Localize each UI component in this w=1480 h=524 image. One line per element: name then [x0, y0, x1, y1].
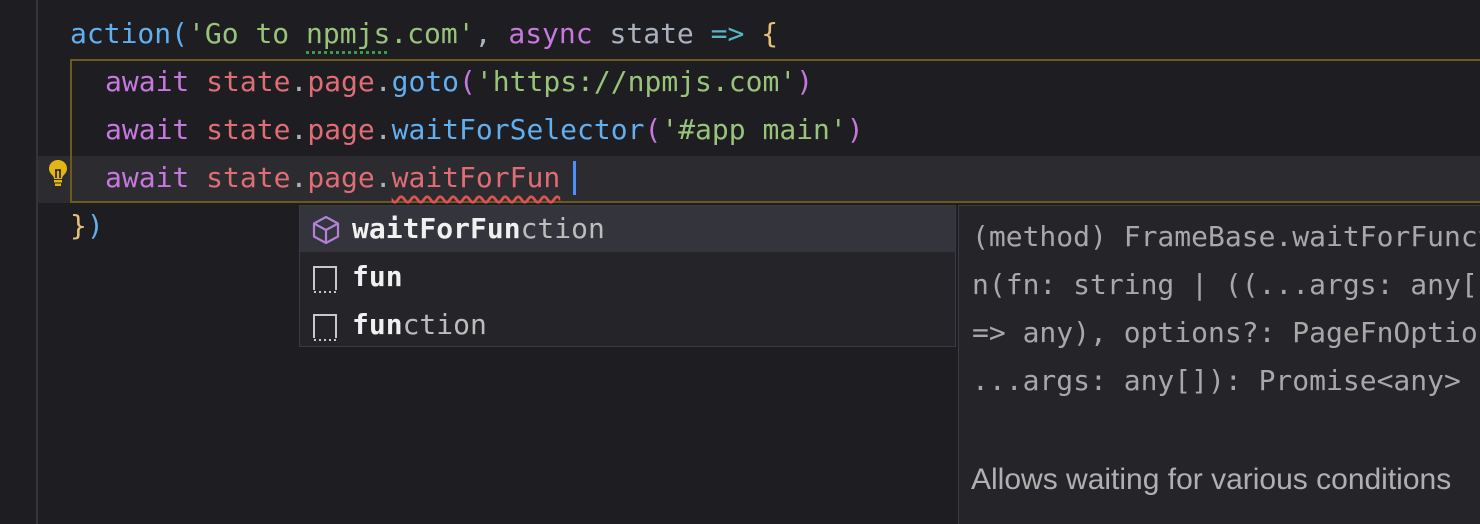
token-arrow: =>: [710, 17, 745, 50]
token-dot: .: [290, 113, 308, 146]
token-method: goto: [391, 65, 460, 98]
token-dot: .: [374, 65, 392, 98]
token-brace: }: [70, 209, 87, 242]
token-paren: (: [171, 17, 189, 50]
token-string-spellcheck: npmjs: [306, 17, 391, 50]
suggestion-label: fun: [352, 254, 403, 300]
token-string: 'Go to: [188, 17, 307, 50]
token-dot: .: [374, 113, 392, 146]
token-paren: ): [846, 113, 864, 146]
token-param: state: [609, 17, 694, 50]
code-line-5[interactable]: }): [70, 202, 104, 250]
token-dot: .: [290, 161, 308, 194]
token-brace: {: [761, 17, 779, 50]
token-dot: .: [374, 161, 392, 194]
signature-line: (method) FrameBase.waitForFunctio: [972, 220, 1480, 253]
suggestion-match: waitForFun: [352, 212, 521, 245]
suggestion-details-panel[interactable]: (method) FrameBase.waitForFunctio n(fn: …: [958, 205, 1480, 524]
suggestion-label: function: [352, 302, 487, 348]
text-cursor: [573, 161, 576, 195]
token-string: .com': [390, 17, 475, 50]
token-property: page: [307, 161, 375, 194]
token-keyword: async: [508, 17, 593, 50]
method-cube-icon: [312, 215, 340, 245]
token-variable: state: [206, 161, 291, 194]
token-method-error: waitForFun: [391, 161, 561, 194]
text-snippet-icon: [313, 266, 338, 293]
token-punct: ,: [474, 17, 509, 50]
token-paren: ): [86, 209, 104, 242]
token-variable: state: [206, 113, 291, 146]
signature-line: n(fn: string | ((...args: any[]): [972, 268, 1480, 301]
suggestion-item[interactable]: function: [300, 302, 955, 348]
documentation-text: Allows waiting for various conditions: [971, 463, 1452, 496]
suggest-widget[interactable]: waitForFunction fun function: [299, 205, 956, 347]
text-snippet-icon: [313, 314, 338, 341]
code-line-4[interactable]: await state.page.waitForFun: [105, 154, 560, 202]
token-string: '#app main': [661, 113, 847, 146]
token-paren: (: [644, 113, 662, 146]
suggestion-rest: ction: [520, 212, 605, 245]
token-paren: ): [796, 65, 814, 98]
token-dot: .: [290, 65, 308, 98]
token-paren: (: [459, 65, 476, 98]
suggestion-label: waitForFunction: [352, 206, 605, 252]
suggestion-item[interactable]: fun: [300, 254, 955, 300]
code-line-2[interactable]: await state.page.goto('https://npmjs.com…: [105, 58, 813, 106]
token-variable: state: [206, 65, 291, 98]
token-method: waitForSelector: [391, 113, 645, 146]
token-keyword: await: [105, 113, 190, 146]
suggestion-match: fun: [352, 308, 403, 341]
code-editor[interactable]: action('Go to npmjs.com', async state =>…: [0, 0, 1480, 524]
suggestion-rest: ction: [402, 308, 487, 341]
token-keyword: await: [105, 65, 190, 98]
gutter-divider: [36, 0, 38, 524]
signature-line: => any), options?: PageFnOptions,: [972, 316, 1480, 349]
lightbulb-icon[interactable]: [47, 158, 69, 188]
suggestion-item[interactable]: waitForFunction: [300, 206, 955, 252]
token-property: page: [307, 113, 375, 146]
token-property: page: [307, 65, 375, 98]
code-line-1[interactable]: action('Go to npmjs.com', async state =>…: [70, 10, 778, 58]
suggestion-match: fun: [352, 260, 403, 293]
token-function: action: [70, 17, 172, 50]
token-string: 'https://npmjs.com': [475, 65, 797, 98]
signature-line: ...args: any[]): Promise<any>: [972, 364, 1461, 397]
token-keyword: await: [105, 161, 190, 194]
code-line-3[interactable]: await state.page.waitForSelector('#app m…: [105, 106, 864, 154]
